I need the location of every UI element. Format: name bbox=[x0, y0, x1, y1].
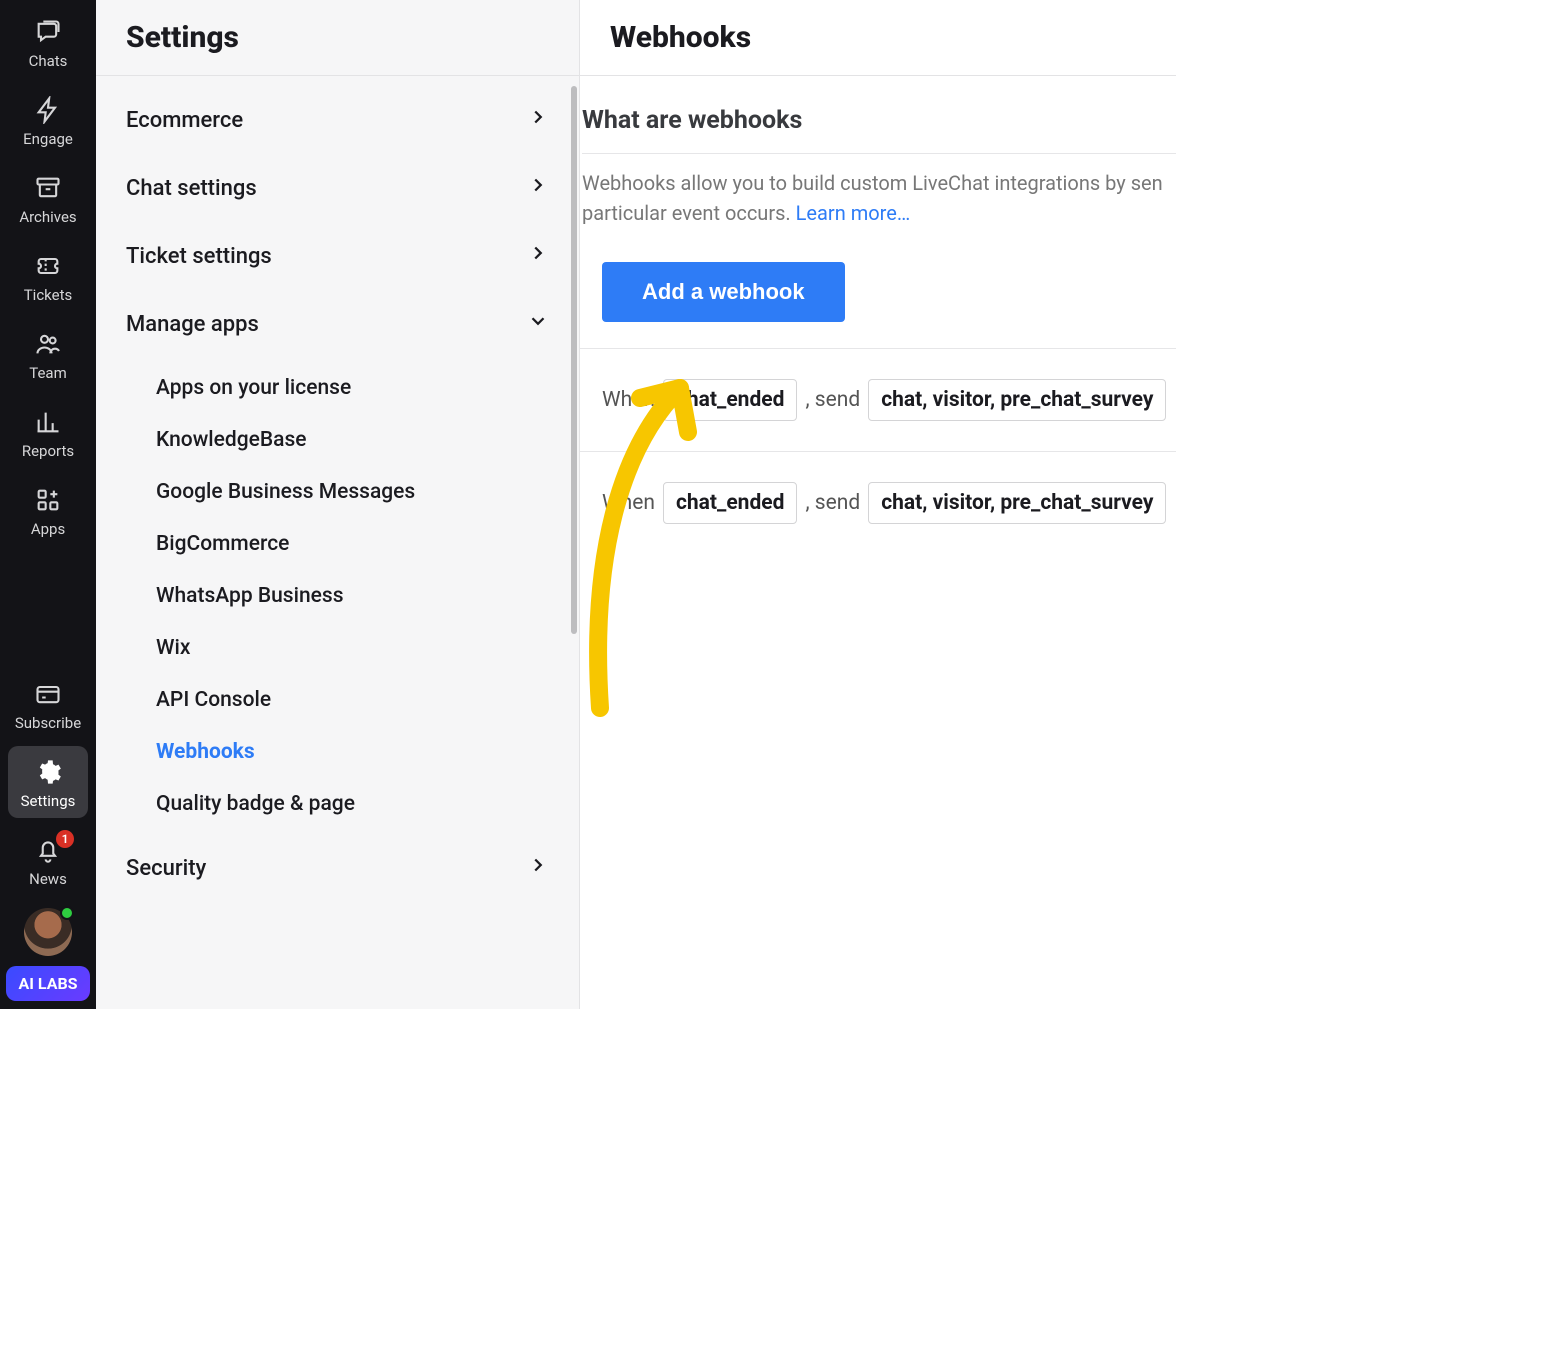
subitem-google-business[interactable]: Google Business Messages bbox=[130, 466, 575, 518]
chevron-down-icon bbox=[527, 310, 549, 338]
rail-item-news[interactable]: 1 News bbox=[8, 824, 88, 896]
settings-section-chat[interactable]: Chat settings bbox=[100, 154, 575, 222]
section-label: Security bbox=[126, 856, 206, 881]
rule-sep: , send bbox=[805, 388, 860, 412]
status-online-dot bbox=[60, 906, 74, 920]
webhook-rules: When chat_ended , send chat, visitor, pr… bbox=[580, 348, 1176, 554]
settings-title: Settings bbox=[96, 0, 579, 76]
section-label: Ticket settings bbox=[126, 244, 272, 269]
card-icon bbox=[34, 680, 62, 708]
section-title: What are webhooks bbox=[582, 106, 1176, 154]
subitem-quality-badge[interactable]: Quality badge & page bbox=[130, 778, 575, 830]
subitem-api-console[interactable]: API Console bbox=[130, 674, 575, 726]
archive-icon bbox=[34, 174, 62, 202]
rail-item-archives[interactable]: Archives bbox=[8, 162, 88, 234]
chevron-right-icon bbox=[527, 854, 549, 882]
rail-label: Apps bbox=[31, 520, 65, 538]
rail-item-chats[interactable]: Chats bbox=[8, 6, 88, 78]
section-label: Ecommerce bbox=[126, 108, 243, 133]
chevron-right-icon bbox=[527, 174, 549, 202]
section-label: Manage apps bbox=[126, 312, 259, 337]
team-icon bbox=[34, 330, 62, 358]
manage-apps-subitems: Apps on your license KnowledgeBase Googl… bbox=[100, 358, 575, 834]
subitem-wix[interactable]: Wix bbox=[130, 622, 575, 674]
desc-line2: particular event occurs. bbox=[582, 201, 796, 225]
rule-payload-chip: chat, visitor, pre_chat_survey bbox=[868, 379, 1166, 421]
rail-item-engage[interactable]: Engage bbox=[8, 84, 88, 156]
avatar[interactable] bbox=[24, 908, 72, 956]
section-label: Chat settings bbox=[126, 176, 257, 201]
apps-icon bbox=[34, 486, 62, 514]
rail-label: Subscribe bbox=[15, 714, 81, 732]
rule-when: When bbox=[602, 388, 655, 412]
rule-payload-chip: chat, visitor, pre_chat_survey bbox=[868, 482, 1166, 524]
rule-when: When bbox=[602, 491, 655, 515]
subitem-apps-license[interactable]: Apps on your license bbox=[130, 362, 575, 414]
settings-section-manage-apps[interactable]: Manage apps bbox=[100, 290, 575, 358]
news-badge: 1 bbox=[56, 830, 74, 848]
main-content: Webhooks What are webhooks Webhooks allo… bbox=[580, 0, 1176, 1009]
rail-item-tickets[interactable]: Tickets bbox=[8, 240, 88, 312]
ticket-icon bbox=[34, 252, 62, 280]
rail-item-settings[interactable]: Settings bbox=[8, 746, 88, 818]
settings-panel: Settings Ecommerce Chat settings Ticket … bbox=[96, 0, 580, 1009]
rail-item-team[interactable]: Team bbox=[8, 318, 88, 390]
bolt-icon bbox=[34, 96, 62, 124]
chart-icon bbox=[34, 408, 62, 436]
subitem-bigcommerce[interactable]: BigCommerce bbox=[130, 518, 575, 570]
rule-event-chip: chat_ended bbox=[663, 379, 798, 421]
scrollbar-thumb[interactable] bbox=[571, 86, 577, 634]
settings-section-security[interactable]: Security bbox=[100, 834, 575, 902]
rail-item-apps[interactable]: Apps bbox=[8, 474, 88, 546]
subitem-knowledgebase[interactable]: KnowledgeBase bbox=[130, 414, 575, 466]
learn-more-link[interactable]: Learn more… bbox=[796, 201, 911, 225]
rail-label: Engage bbox=[23, 130, 73, 148]
page-title: Webhooks bbox=[580, 0, 1176, 76]
webhook-rule-row[interactable]: When chat_ended , send chat, visitor, pr… bbox=[580, 348, 1176, 451]
settings-section-ecommerce[interactable]: Ecommerce bbox=[100, 86, 575, 154]
rail-label: News bbox=[29, 870, 67, 888]
desc-line1: Webhooks allow you to build custom LiveC… bbox=[582, 171, 1163, 195]
settings-list: Ecommerce Chat settings Ticket settings … bbox=[96, 76, 579, 932]
chevron-right-icon bbox=[527, 106, 549, 134]
webhook-rule-row[interactable]: When chat_ended , send chat, visitor, pr… bbox=[580, 451, 1176, 554]
rail-label: Team bbox=[29, 364, 67, 382]
rail-label: Archives bbox=[19, 208, 76, 226]
rail-label: Reports bbox=[22, 442, 74, 460]
rule-sep: , send bbox=[805, 491, 860, 515]
rail-label: Settings bbox=[21, 792, 76, 810]
add-webhook-button[interactable]: Add a webhook bbox=[602, 262, 845, 322]
chat-icon bbox=[34, 18, 62, 46]
subitem-whatsapp[interactable]: WhatsApp Business bbox=[130, 570, 575, 622]
ai-labs-button[interactable]: AI LABS bbox=[6, 966, 89, 1001]
subitem-webhooks[interactable]: Webhooks bbox=[130, 726, 575, 778]
rail-item-subscribe[interactable]: Subscribe bbox=[8, 668, 88, 740]
settings-scrollbar[interactable] bbox=[571, 86, 577, 999]
rail-label: Tickets bbox=[24, 286, 73, 304]
rail-label: Chats bbox=[29, 52, 68, 70]
app-rail: Chats Engage Archives Tickets Team bbox=[0, 0, 96, 1009]
rule-event-chip: chat_ended bbox=[663, 482, 798, 524]
gear-icon bbox=[34, 758, 62, 786]
chevron-right-icon bbox=[527, 242, 549, 270]
settings-section-ticket[interactable]: Ticket settings bbox=[100, 222, 575, 290]
webhooks-description: Webhooks allow you to build custom LiveC… bbox=[582, 154, 1176, 228]
rail-item-reports[interactable]: Reports bbox=[8, 396, 88, 468]
